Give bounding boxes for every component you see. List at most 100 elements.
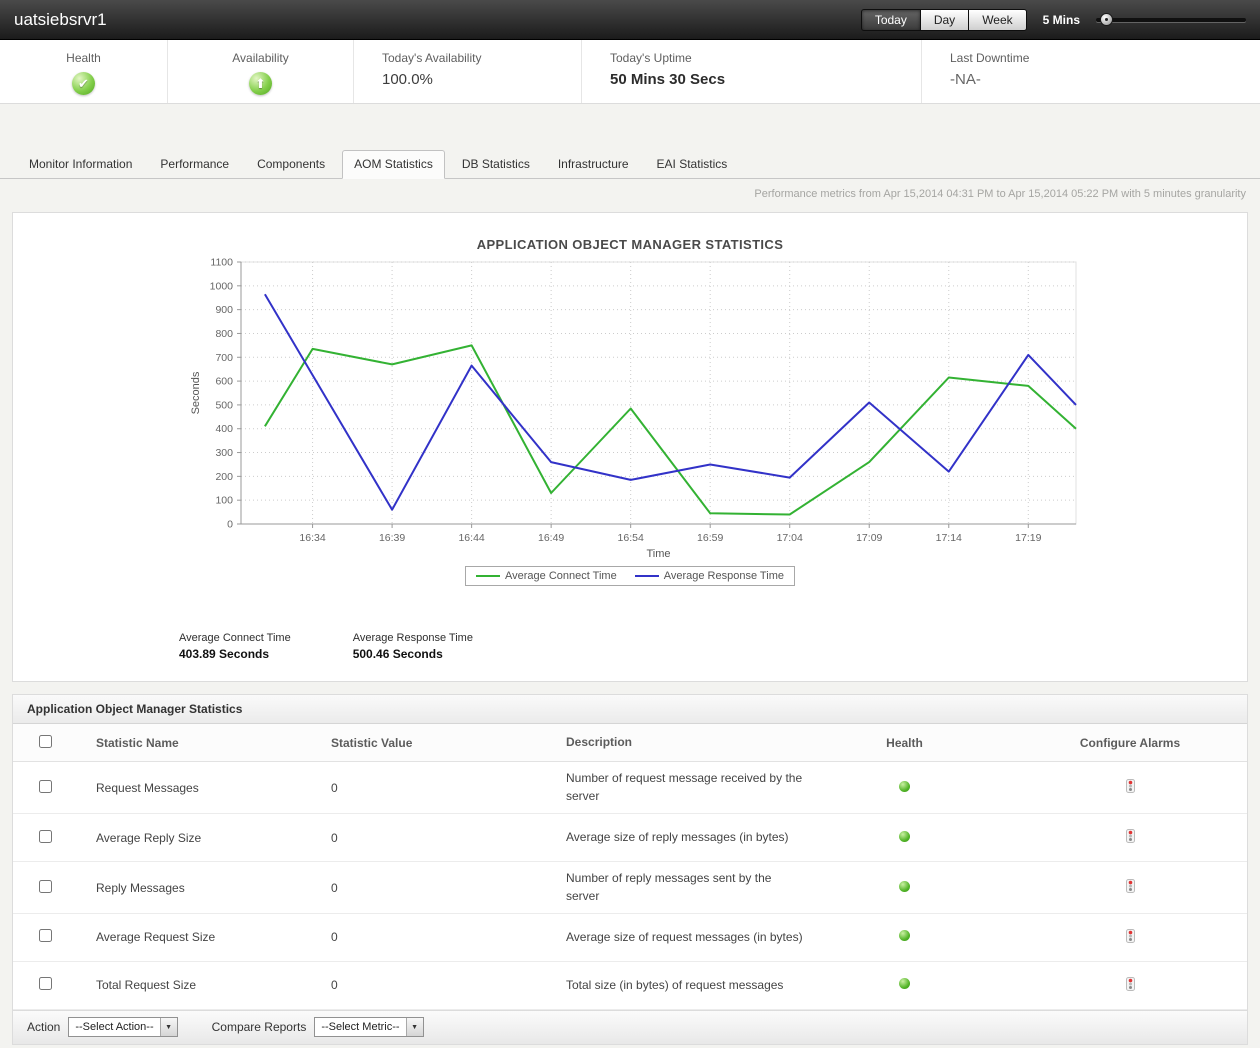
- svg-text:17:04: 17:04: [777, 532, 803, 544]
- statistic-description: Average size of reply messages (in bytes…: [556, 814, 856, 862]
- summary-average-connect-time: Average Connect Time 403.89 Seconds: [179, 632, 291, 661]
- dropdown-arrow-icon[interactable]: ▼: [406, 1018, 423, 1036]
- configure-alarms-cell: [951, 961, 1247, 1009]
- status-last-downtime: Last Downtime-NA-: [922, 40, 1260, 103]
- statistic-name: Average Request Size: [86, 913, 321, 961]
- status-label: Availability: [232, 51, 288, 65]
- table-row-total-request-size: Total Request Size0Total size (in bytes)…: [13, 961, 1247, 1009]
- svg-text:900: 900: [215, 304, 233, 316]
- slider-knob[interactable]: [1100, 13, 1113, 26]
- configure-alarm-icon[interactable]: [1126, 829, 1135, 846]
- row-checkbox[interactable]: [39, 880, 52, 893]
- column-header-statistic-name: Statistic Name: [86, 724, 321, 762]
- configure-alarms-cell: [951, 762, 1247, 814]
- status-label: Today's Uptime: [610, 51, 921, 65]
- row-checkbox-cell: [13, 862, 86, 914]
- row-checkbox[interactable]: [39, 830, 52, 843]
- health-ok-icon: [899, 930, 910, 941]
- statistic-description: Number of reply messages sent by the ser…: [556, 862, 856, 914]
- interval-label: 5 Mins: [1043, 13, 1080, 27]
- legend-label: Average Connect Time: [505, 570, 617, 582]
- legend-label: Average Response Time: [664, 570, 784, 582]
- tab-bar: Monitor InformationPerformanceComponents…: [0, 150, 1260, 179]
- interval-slider[interactable]: [1096, 18, 1246, 22]
- svg-text:0: 0: [227, 519, 233, 531]
- top-header-bar: uatsiebsrvr1 TodayDayWeek 5 Mins: [0, 0, 1260, 40]
- chart-title: APPLICATION OBJECT MANAGER STATISTICS: [13, 237, 1247, 252]
- svg-text:16:34: 16:34: [299, 532, 325, 544]
- row-checkbox[interactable]: [39, 977, 52, 990]
- legend-line-swatch: [476, 575, 500, 577]
- health-ok-icon: [899, 881, 910, 892]
- summary-average-response-time: Average Response Time500.46 Seconds: [353, 632, 473, 661]
- statistic-value: 0: [321, 814, 556, 862]
- action-select[interactable]: --Select Action-- ▼: [68, 1017, 177, 1037]
- svg-text:16:39: 16:39: [379, 532, 405, 544]
- header-checkbox-cell: [13, 724, 86, 762]
- summary-label: Average Response Time: [353, 632, 473, 644]
- tab-infrastructure[interactable]: Infrastructure: [547, 151, 640, 178]
- tab-db-statistics[interactable]: DB Statistics: [451, 151, 541, 178]
- configure-alarm-icon[interactable]: [1126, 879, 1135, 896]
- chart-svg: 01002003004005006007008009001000110016:3…: [13, 254, 1247, 564]
- summary-label: Average Connect Time: [179, 632, 291, 644]
- svg-text:800: 800: [215, 328, 233, 340]
- configure-alarm-icon[interactable]: [1126, 929, 1135, 946]
- legend-item-average-response-time: Average Response Time: [635, 570, 784, 582]
- tab-components[interactable]: Components: [246, 151, 336, 178]
- row-checkbox-cell: [13, 762, 86, 814]
- statistic-value: 0: [321, 762, 556, 814]
- availability-up-icon: ⬆: [249, 72, 272, 95]
- status-label: Today's Availability: [382, 51, 581, 65]
- status-value: 50 Mins 30 Secs: [610, 71, 921, 88]
- svg-text:16:54: 16:54: [618, 532, 644, 544]
- configure-alarm-icon[interactable]: [1126, 977, 1135, 994]
- svg-text:16:44: 16:44: [458, 532, 484, 544]
- tab-monitor-information[interactable]: Monitor Information: [18, 151, 143, 178]
- stats-table: Statistic NameStatistic ValueDescription…: [13, 724, 1247, 1010]
- table-row-average-request-size: Average Request Size0Average size of req…: [13, 913, 1247, 961]
- dropdown-arrow-icon[interactable]: ▼: [160, 1018, 177, 1036]
- action-select-value: --Select Action--: [69, 1018, 159, 1036]
- metrics-note: Performance metrics from Apr 15,2014 04:…: [0, 179, 1260, 200]
- compare-metric-select[interactable]: --Select Metric-- ▼: [314, 1017, 423, 1037]
- column-header-health: Health: [856, 724, 951, 762]
- health-cell: [856, 961, 951, 1009]
- select-all-checkbox[interactable]: [39, 735, 52, 748]
- row-checkbox[interactable]: [39, 780, 52, 793]
- chart-legend: Average Connect Time Average Response Tim…: [465, 566, 795, 586]
- table-row-average-reply-size: Average Reply Size0Average size of reply…: [13, 814, 1247, 862]
- table-header-row: Statistic NameStatistic ValueDescription…: [13, 724, 1247, 762]
- health-cell: [856, 814, 951, 862]
- statistic-description: Average size of request messages (in byt…: [556, 913, 856, 961]
- status-today-s-availability: Today's Availability100.0%: [354, 40, 582, 103]
- svg-text:700: 700: [215, 352, 233, 364]
- svg-text:1100: 1100: [210, 257, 233, 269]
- stats-table-title: Application Object Manager Statistics: [13, 695, 1247, 724]
- table-row-reply-messages: Reply Messages0Number of reply messages …: [13, 862, 1247, 914]
- statistic-name: Average Reply Size: [86, 814, 321, 862]
- period-button-day[interactable]: Day: [920, 9, 969, 31]
- health-ok-icon: [899, 978, 910, 989]
- tab-performance[interactable]: Performance: [149, 151, 240, 178]
- svg-text:1000: 1000: [210, 280, 234, 292]
- svg-text:16:49: 16:49: [538, 532, 564, 544]
- tab-aom-statistics[interactable]: AOM Statistics: [342, 150, 445, 179]
- period-button-today[interactable]: Today: [861, 9, 921, 31]
- status-health: Health✔: [0, 40, 168, 103]
- row-checkbox[interactable]: [39, 929, 52, 942]
- action-bar: Action --Select Action-- ▼ Compare Repor…: [12, 1011, 1248, 1045]
- tab-eai-statistics[interactable]: EAI Statistics: [646, 151, 739, 178]
- period-button-week[interactable]: Week: [968, 9, 1026, 31]
- summary-value: 403.89 Seconds: [179, 647, 291, 661]
- status-today-s-uptime: Today's Uptime 50 Mins 30 Secs: [582, 40, 922, 103]
- svg-text:300: 300: [215, 447, 233, 459]
- svg-text:17:19: 17:19: [1015, 532, 1041, 544]
- statistic-name: Reply Messages: [86, 862, 321, 914]
- legend-line-swatch: [635, 575, 659, 577]
- legend-item-average-connect-time: Average Connect Time: [476, 570, 617, 582]
- configure-alarms-cell: [951, 814, 1247, 862]
- column-header-configure-alarms: Configure Alarms: [951, 724, 1247, 762]
- configure-alarm-icon[interactable]: [1126, 779, 1135, 796]
- status-label: Health: [66, 51, 101, 65]
